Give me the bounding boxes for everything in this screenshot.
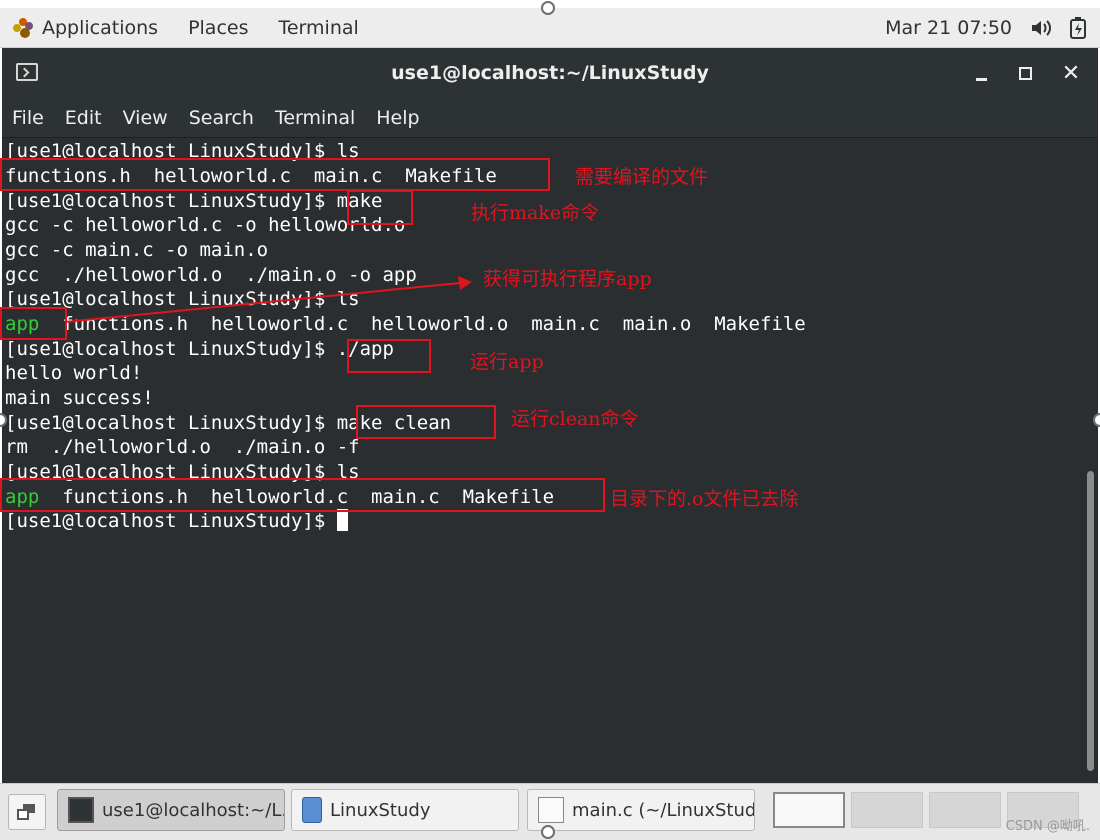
annotation-label: 需要编译的文件	[575, 166, 709, 188]
annotation-label: 获得可执行程序app	[483, 268, 652, 290]
task-text-editor[interactable]: main.c (~/LinuxStud...	[527, 789, 755, 831]
text-editor-icon	[538, 797, 564, 823]
annotation-label: 运行app	[470, 351, 544, 373]
show-desktop-button[interactable]	[8, 794, 46, 830]
file-cabinet-icon	[302, 797, 322, 823]
watermark: CSDN @呦吼.	[1005, 819, 1090, 834]
annotation-label: 运行clean命令	[511, 408, 639, 430]
show-desktop-icon	[17, 804, 35, 820]
workspace-3[interactable]	[929, 792, 1001, 828]
task-file-manager[interactable]: LinuxStudy	[291, 789, 519, 831]
workspace-2[interactable]	[851, 792, 923, 828]
resize-handle	[1093, 413, 1100, 427]
workspace-1[interactable]	[773, 792, 845, 828]
resize-handle	[541, 825, 555, 839]
task-label: use1@localhost:~/L...	[102, 799, 285, 821]
resize-handle	[541, 1, 555, 15]
task-label: main.c (~/LinuxStud...	[572, 799, 755, 821]
terminal-icon	[68, 797, 94, 823]
annotation-label: 执行make命令	[471, 202, 600, 224]
task-label: LinuxStudy	[330, 799, 431, 821]
task-terminal[interactable]: use1@localhost:~/L...	[57, 789, 285, 831]
annotation-label: 目录下的.o文件已去除	[610, 488, 799, 510]
